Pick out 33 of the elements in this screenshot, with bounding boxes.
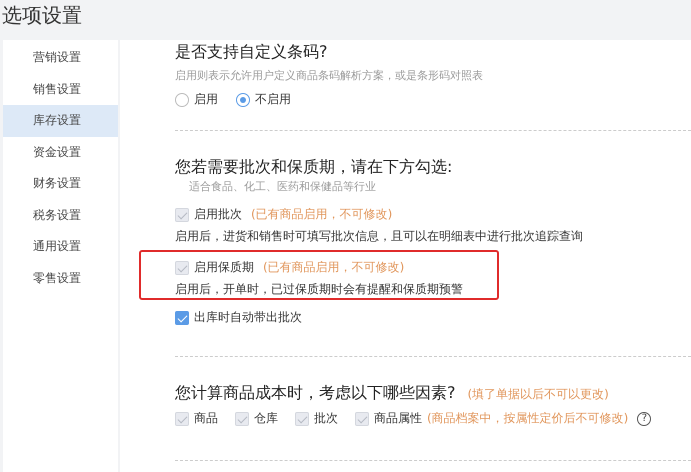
sidebar-item[interactable]: 零售设置 — [3, 262, 118, 294]
description-text: 启用后，进货和销售时可填写批次信息，且可以在明细表中进行批次追踪查询 — [175, 228, 584, 245]
note-text: (已有商品启用，不可修改) — [263, 259, 404, 276]
hint-text: 启用则表示允许用户定义商品条码解析方案，或是条形码对照表 — [175, 68, 484, 84]
radio-label: 不启用 — [255, 91, 291, 108]
window-title: 选项设置 — [2, 3, 82, 27]
hint-text: 适合食品、化工、医药和保健品等行业 — [188, 179, 377, 195]
checkbox-label: 启用保质期 — [194, 259, 254, 276]
sidebar-item[interactable]: 营销设置 — [3, 42, 118, 74]
note-text: (商品档案中，按属性定价后不可修改) — [427, 410, 628, 427]
checkbox-label: 商品属性 — [374, 410, 422, 427]
checkbox-label: 批次 — [314, 410, 338, 427]
note-text: (已有商品启用，不可修改) — [251, 206, 392, 223]
description-text: 启用后，开单时，已过保质期时会有提醒和保质期预警 — [175, 281, 464, 298]
radio-label: 启用 — [194, 91, 218, 108]
help-icon[interactable]: ? — [637, 412, 652, 426]
checkbox-label: 仓库 — [254, 410, 278, 427]
checkbox-label: 启用批次 — [194, 206, 242, 223]
checkbox[interactable] — [175, 310, 189, 324]
radio-button[interactable] — [236, 92, 250, 106]
sidebar-item[interactable]: 销售设置 — [3, 74, 118, 105]
sidebar-item[interactable]: 税务设置 — [3, 200, 118, 231]
checkbox-label: 商品 — [194, 410, 218, 427]
section-title: 您若需要批次和保质期，请在下方勾选: — [175, 156, 454, 178]
sidebar-item[interactable]: 资金设置 — [3, 136, 118, 168]
note-text: (填了单据以后不可以更改) — [468, 386, 609, 403]
radio-button[interactable] — [175, 92, 189, 106]
sidebar-item[interactable]: 财务设置 — [3, 168, 118, 200]
section-title: 是否支持自定义条码? — [175, 41, 328, 63]
sidebar-item[interactable]: 库存设置 — [3, 105, 118, 136]
section-title: 您计算商品成本时，考虑以下哪些因素? — [175, 382, 456, 404]
checkbox-label: 出库时自动带出批次 — [194, 309, 302, 326]
sidebar-item[interactable]: 通用设置 — [3, 231, 118, 262]
